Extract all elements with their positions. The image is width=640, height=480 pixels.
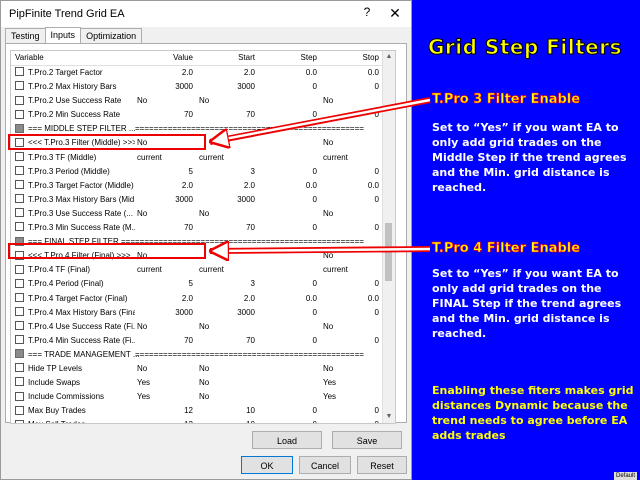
tpro4-annotation-heading: T.Pro 4 Filter Enable xyxy=(432,241,581,257)
corner-tag: Default xyxy=(614,472,638,480)
tpro3-annotation-text: Set to “Yes” if you want EA to only add … xyxy=(432,121,627,194)
tpro3-arrow xyxy=(210,97,431,142)
footer-annotation-text: Enabling these fiters makes grid distanc… xyxy=(432,384,634,442)
tpro3-annotation-heading: T.Pro 3 Filter Enable xyxy=(432,92,581,108)
tpro4-arrow xyxy=(210,249,431,251)
tpro4-annotation-text: Set to “Yes” if you want EA to only add … xyxy=(432,267,622,340)
annotation-title: Grid Step Filters xyxy=(428,35,623,60)
